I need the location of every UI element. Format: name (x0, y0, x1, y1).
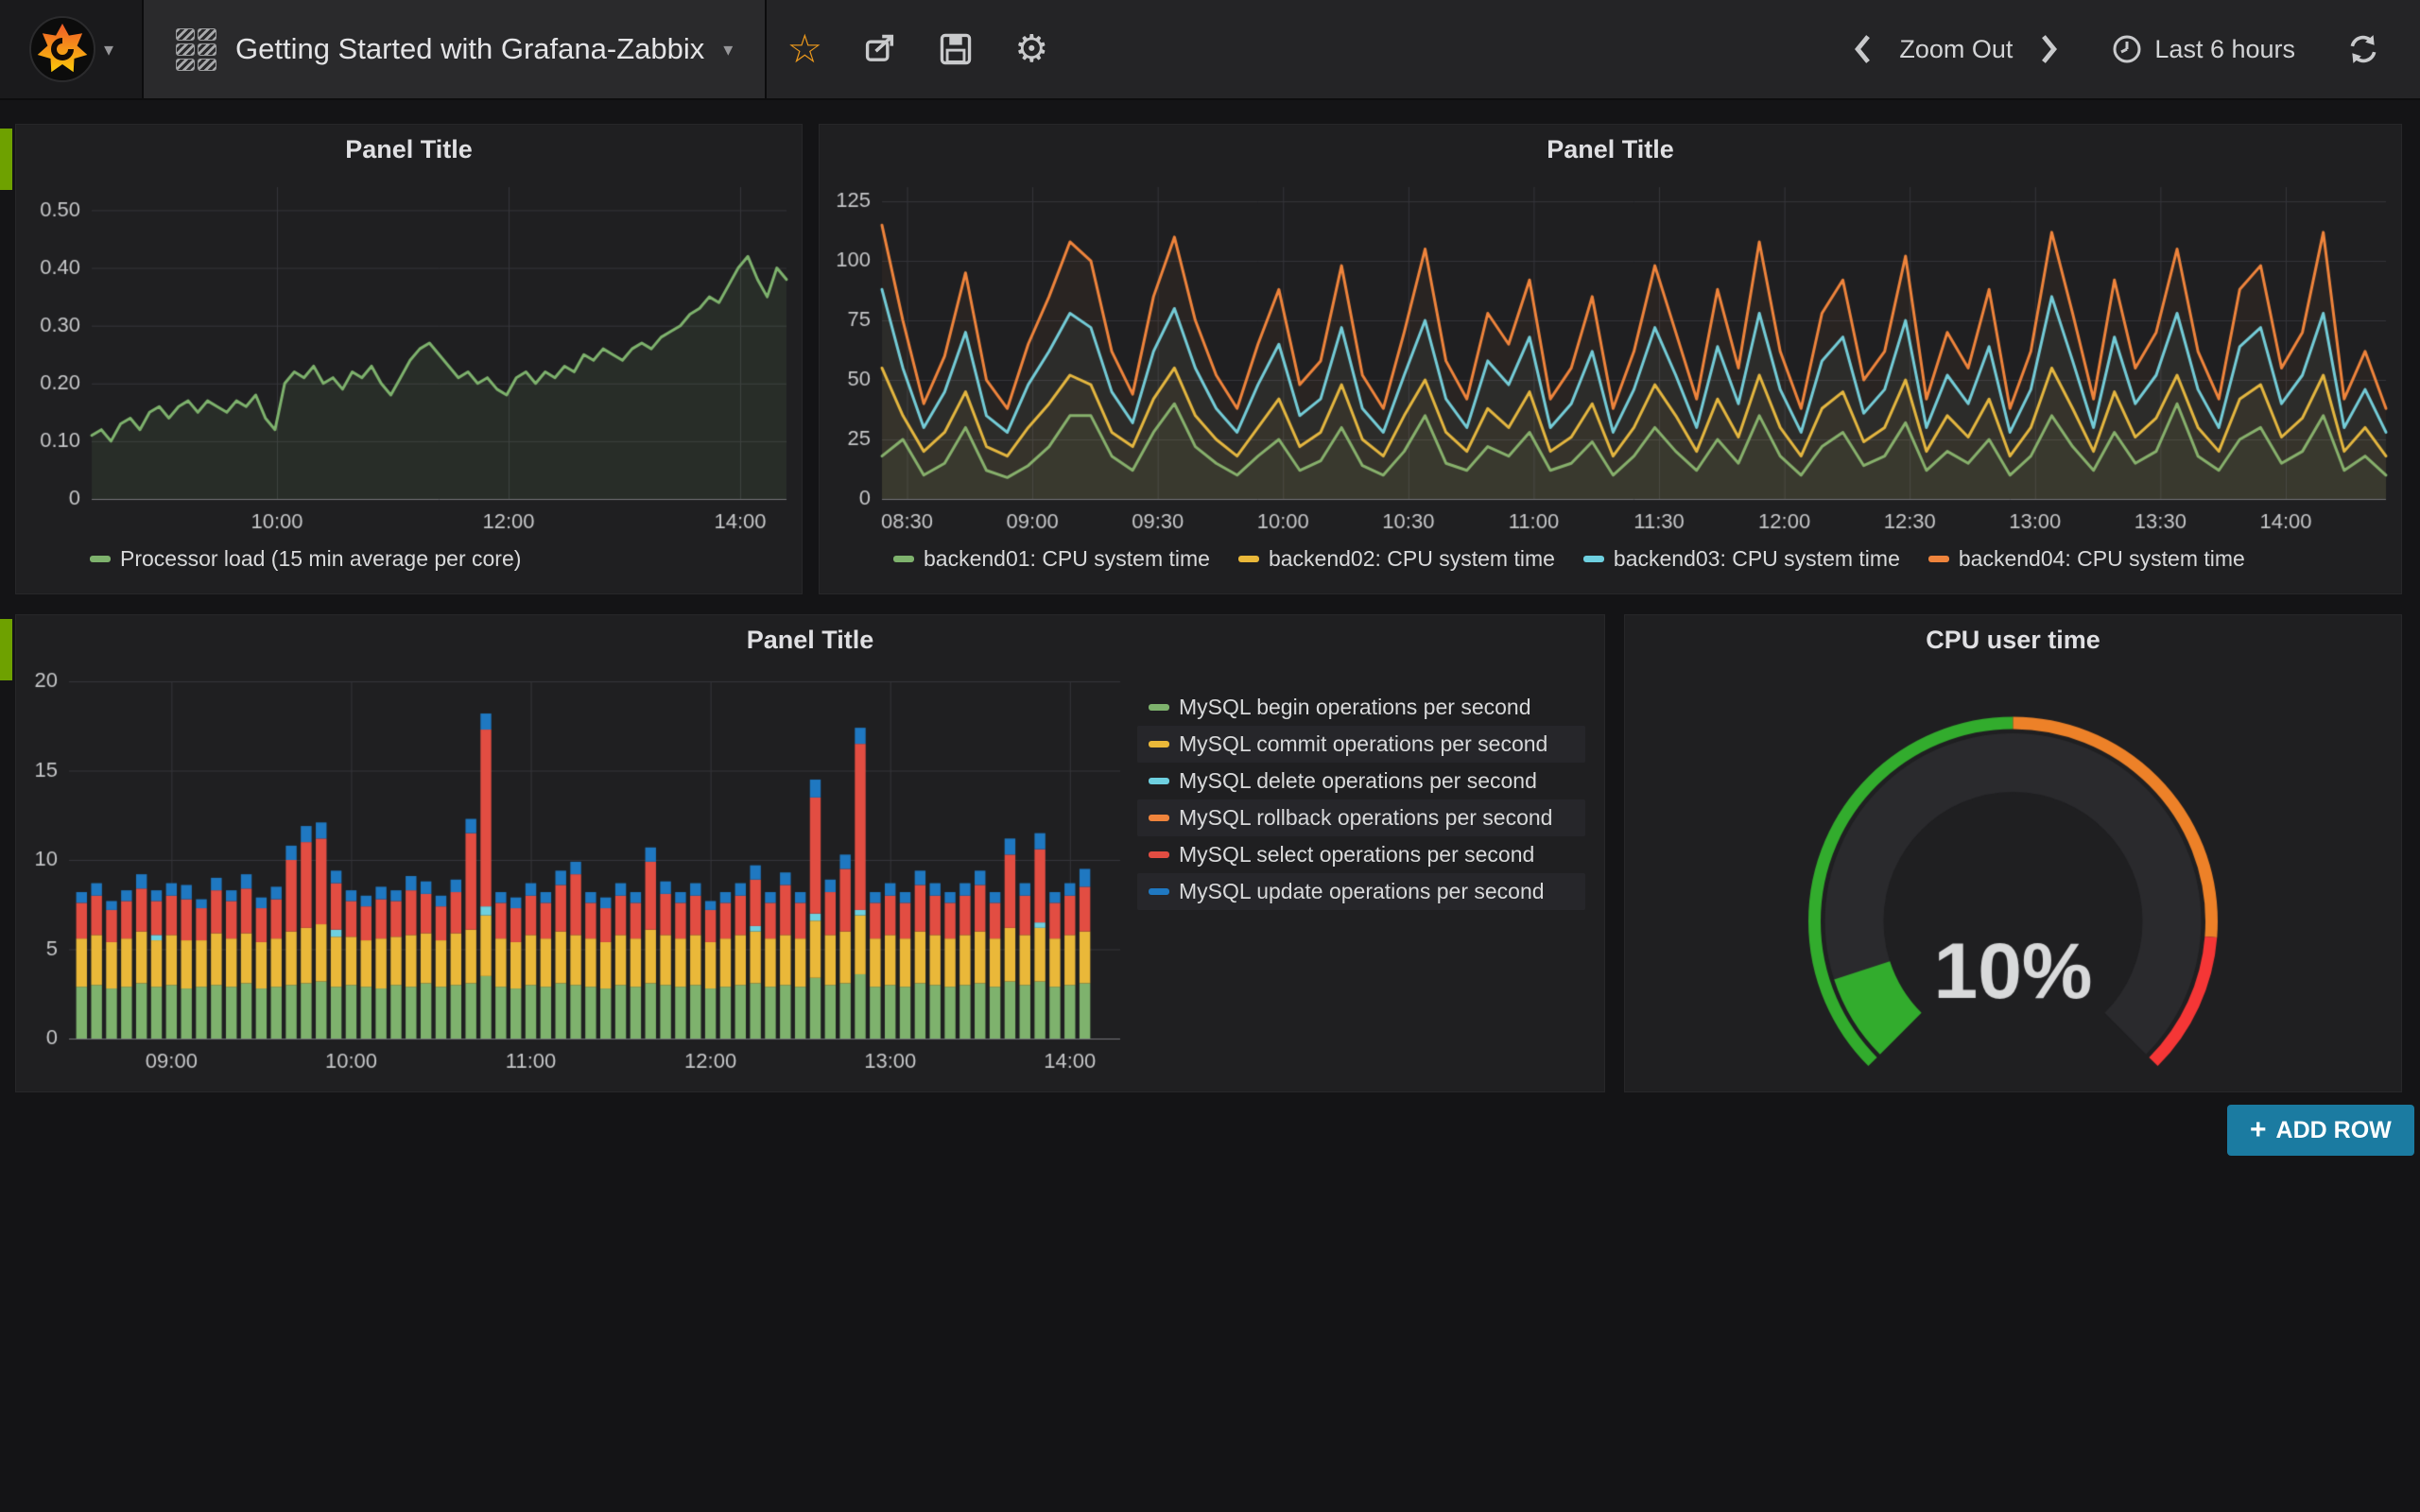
star-button[interactable]: ☆ (767, 0, 842, 98)
save-button[interactable] (918, 0, 994, 98)
caret-down-icon: ▾ (104, 38, 113, 61)
legend-swatch (90, 556, 111, 562)
share-icon (862, 31, 898, 67)
chevron-left-icon (1852, 33, 1873, 65)
grafana-logo-icon (28, 15, 96, 83)
legend-label: MySQL commit operations per second (1179, 731, 1547, 757)
legend-item[interactable]: MySQL update operations per second (1137, 873, 1585, 910)
time-back-button[interactable] (1839, 33, 1886, 65)
legend-item[interactable]: MySQL begin operations per second (1137, 689, 1585, 726)
zoom-out-button[interactable]: Zoom Out (1886, 35, 2026, 64)
legend-item[interactable]: MySQL rollback operations per second (1137, 799, 1585, 836)
settings-button[interactable]: ⚙ (994, 0, 1069, 98)
navbar: ▾ Getting Started with Grafana-Zabbix ▾ … (0, 0, 2420, 100)
cpu-system-time-chart[interactable] (820, 174, 2401, 544)
dashboard-grid-icon (176, 28, 216, 71)
legend-item[interactable]: backend03: CPU system time (1583, 546, 1900, 572)
legend-label: MySQL begin operations per second (1179, 695, 1530, 720)
time-forward-button[interactable] (2026, 33, 2073, 65)
dashboard-title: Getting Started with Grafana-Zabbix (235, 32, 704, 66)
legend-item[interactable]: MySQL delete operations per second (1137, 763, 1585, 799)
legend-swatch (1149, 704, 1169, 711)
cpu-user-time-gauge (1625, 664, 2401, 1090)
processor-load-chart[interactable] (16, 174, 802, 544)
legend: MySQL begin operations per second MySQL c… (1132, 664, 1602, 1090)
legend-label: backend03: CPU system time (1614, 546, 1900, 572)
plus-icon: + (2250, 1114, 2267, 1146)
legend-swatch (1238, 556, 1259, 562)
legend-swatch (1149, 778, 1169, 784)
panel-title[interactable]: Panel Title (16, 125, 802, 174)
row-menu-handle[interactable] (0, 129, 12, 190)
legend-label: MySQL delete operations per second (1179, 768, 1537, 794)
refresh-icon (2346, 32, 2380, 66)
save-icon (938, 31, 974, 67)
caret-down-icon: ▾ (723, 38, 733, 61)
legend-label: Processor load (15 min average per core) (120, 546, 521, 572)
legend-swatch (1149, 851, 1169, 858)
share-button[interactable] (842, 0, 918, 98)
time-range-label: Last 6 hours (2154, 35, 2295, 64)
dashboard-title-dropdown[interactable]: Getting Started with Grafana-Zabbix ▾ (144, 0, 767, 98)
add-row-label: ADD ROW (2276, 1117, 2392, 1144)
legend-swatch (1583, 556, 1604, 562)
panel-title[interactable]: CPU user time (1625, 615, 2401, 664)
panel-cpu-user-time: CPU user time (1624, 614, 2402, 1092)
legend-label: backend01: CPU system time (924, 546, 1210, 572)
mysql-operations-chart[interactable] (16, 664, 1132, 1090)
legend: backend01: CPU system time backend02: CPU… (893, 546, 2401, 572)
legend-label: backend04: CPU system time (1959, 546, 2245, 572)
legend-item[interactable]: Processor load (15 min average per core) (90, 546, 521, 572)
time-range-button[interactable]: Last 6 hours (2098, 33, 2308, 65)
legend-label: MySQL select operations per second (1179, 842, 1534, 868)
grafana-menu-button[interactable]: ▾ (0, 0, 144, 98)
legend-label: MySQL update operations per second (1179, 879, 1545, 904)
gear-icon: ⚙ (1014, 30, 1048, 68)
legend-item[interactable]: MySQL commit operations per second (1137, 726, 1585, 763)
legend-item[interactable]: MySQL select operations per second (1137, 836, 1585, 873)
refresh-button[interactable] (2333, 32, 2394, 66)
legend-swatch (1149, 815, 1169, 821)
legend-swatch (1928, 556, 1949, 562)
legend-item[interactable]: backend04: CPU system time (1928, 546, 2245, 572)
legend-swatch (1149, 741, 1169, 747)
grafana-dashboard: ▾ Getting Started with Grafana-Zabbix ▾ … (0, 0, 2420, 1512)
panel-title[interactable]: Panel Title (820, 125, 2401, 174)
legend: Processor load (15 min average per core) (90, 546, 802, 572)
clock-icon (2111, 33, 2143, 65)
legend-label: backend02: CPU system time (1269, 546, 1555, 572)
panel-mysql-operations: Panel Title MySQL begin operations per s… (15, 614, 1605, 1092)
panel-title[interactable]: Panel Title (16, 615, 1604, 664)
star-icon: ☆ (786, 29, 822, 69)
legend-item[interactable]: backend01: CPU system time (893, 546, 1210, 572)
chevron-right-icon (2039, 33, 2060, 65)
time-controls: Zoom Out Last 6 hours (1839, 0, 2420, 98)
legend-item[interactable]: backend02: CPU system time (1238, 546, 1555, 572)
add-row-button[interactable]: + ADD ROW (2227, 1105, 2414, 1156)
panel-processor-load: Panel Title Processor load (15 min avera… (15, 124, 803, 594)
row-menu-handle[interactable] (0, 619, 12, 680)
legend-label: MySQL rollback operations per second (1179, 805, 1552, 831)
legend-swatch (1149, 888, 1169, 895)
legend-swatch (893, 556, 914, 562)
panel-cpu-system-time: Panel Title backend01: CPU system timeba… (819, 124, 2402, 594)
